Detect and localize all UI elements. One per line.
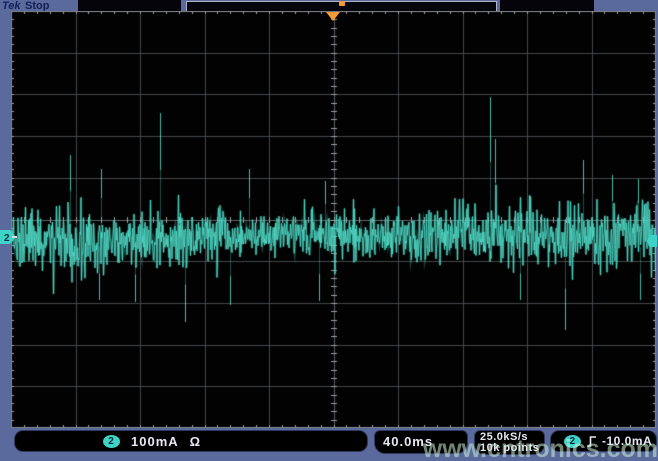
trigger-position-arrow-icon[interactable] bbox=[326, 12, 340, 21]
channel2-marker-label: 2 bbox=[4, 233, 10, 244]
channel2-scale: 100mA bbox=[131, 434, 179, 449]
trigger-level-marker[interactable] bbox=[647, 235, 657, 247]
channel2-readout: 2 100mA Ω bbox=[14, 430, 368, 452]
watermark: www.cntronics.com bbox=[423, 435, 658, 461]
channel2-badge: 2 bbox=[103, 435, 120, 448]
oscilloscope-screen: Tek Stop 2 2 100mA Ω 40.0ms 25.0kS/s 10k… bbox=[0, 0, 658, 461]
waveform-display bbox=[11, 11, 656, 428]
channel2-coupling: Ω bbox=[190, 434, 201, 449]
record-position-marker-icon[interactable] bbox=[339, 1, 345, 6]
ground-reference-icon bbox=[12, 236, 17, 238]
